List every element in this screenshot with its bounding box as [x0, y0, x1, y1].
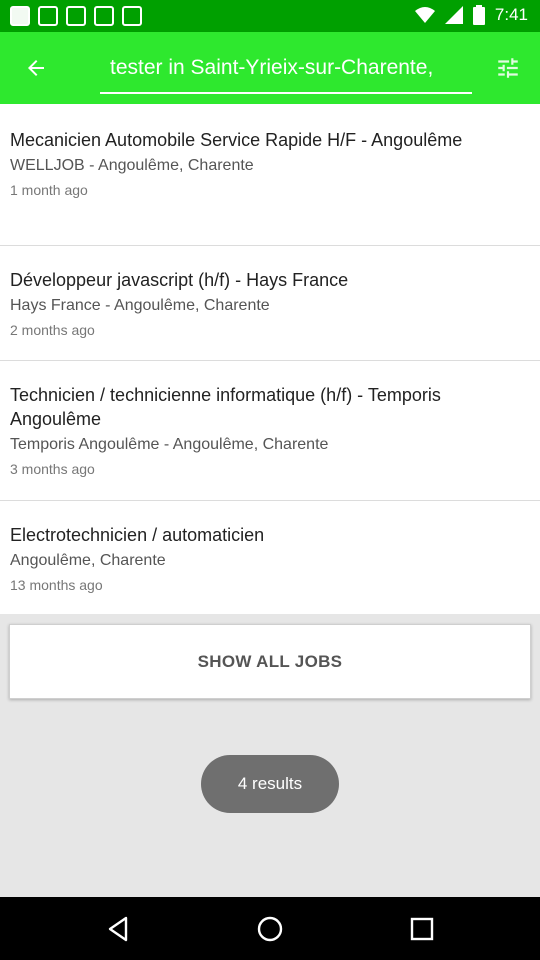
job-posted-time: 3 months ago — [10, 461, 95, 477]
job-list-item[interactable]: Développeur javascript (h/f) - Hays Fran… — [0, 246, 540, 361]
nav-recents-icon — [410, 917, 434, 941]
results-count-label: 4 results — [237, 774, 303, 793]
system-icons: 7:41 — [414, 5, 528, 25]
job-company-location: Temporis Angoulême - Angoulême, Charente — [10, 436, 329, 453]
job-posted-time: 1 month ago — [10, 182, 88, 198]
notification-square-icon — [122, 6, 142, 26]
job-company-location: Hays France - Angoulême, Charente — [10, 297, 270, 314]
job-title: Electrotechnicien / automaticien — [10, 525, 265, 545]
job-company-location: WELLJOB - Angoulême, Charente — [10, 157, 254, 174]
job-title: Mecanicien Automobile Service Rapide H/F… — [10, 130, 463, 150]
notification-square-icon — [10, 6, 30, 26]
show-all-jobs-button[interactable]: SHOW ALL JOBS — [9, 624, 531, 699]
tune-sliders-icon — [498, 58, 518, 78]
job-title: Technicien / technicienne informatique (… — [10, 385, 441, 429]
job-list-item[interactable]: Mecanicien Automobile Service Rapide H/F… — [0, 104, 540, 246]
nav-home-button[interactable] — [254, 913, 286, 945]
status-bar: 7:41 — [0, 0, 540, 32]
nav-home-icon — [257, 916, 283, 942]
notification-icons — [10, 6, 142, 26]
job-company-location: Angoulême, Charente — [10, 552, 166, 569]
results-count-badge: 4 results — [201, 755, 339, 813]
job-list-item[interactable]: Technicien / technicienne informatique (… — [0, 361, 540, 501]
notification-square-icon — [38, 6, 58, 26]
nav-back-button[interactable] — [102, 913, 134, 945]
nav-recents-button[interactable] — [406, 913, 438, 945]
filter-button[interactable] — [490, 50, 526, 86]
back-button[interactable] — [18, 50, 54, 86]
app-bar: tester in Saint-Yrieix-sur-Charente, — [0, 32, 540, 104]
nav-back-icon — [108, 916, 128, 942]
notification-square-icon — [94, 6, 114, 26]
search-query-text: tester in Saint-Yrieix-sur-Charente, — [110, 56, 434, 79]
job-list-item[interactable]: Electrotechnicien / automaticien Angoulê… — [0, 501, 540, 614]
show-all-jobs-label: SHOW ALL JOBS — [197, 651, 343, 671]
job-title: Développeur javascript (h/f) - Hays Fran… — [10, 270, 349, 290]
clock: 7:41 — [494, 5, 528, 24]
job-posted-time: 13 months ago — [10, 577, 103, 593]
arrow-left-icon — [28, 60, 44, 76]
signal-icon — [444, 6, 463, 24]
battery-icon — [472, 5, 485, 25]
job-list: Mecanicien Automobile Service Rapide H/F… — [0, 104, 540, 614]
notification-square-icon — [66, 6, 86, 26]
search-input[interactable]: tester in Saint-Yrieix-sur-Charente, — [100, 46, 472, 94]
job-posted-time: 2 months ago — [10, 322, 95, 338]
wifi-icon — [414, 7, 435, 23]
system-navigation-bar — [0, 897, 540, 960]
